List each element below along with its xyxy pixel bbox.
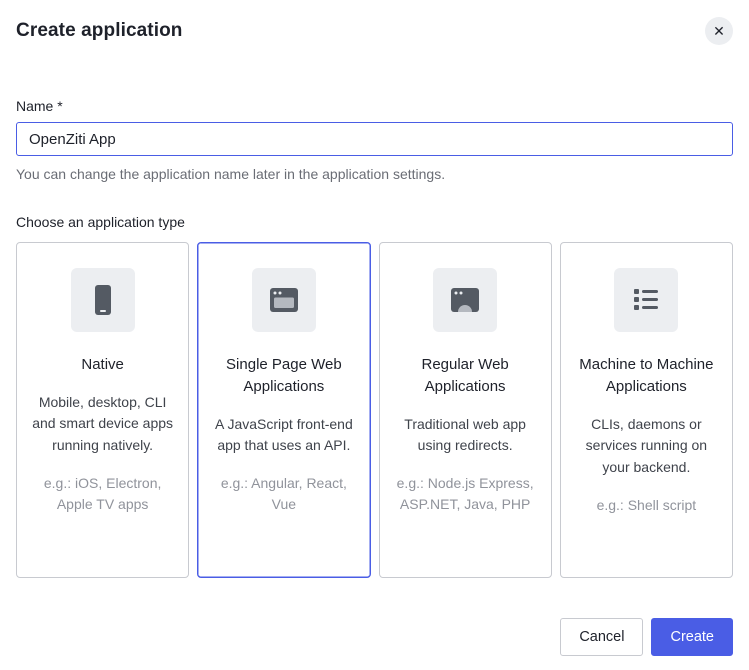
- card-title: Machine to Machine Applications: [574, 354, 719, 398]
- application-type-cards: Native Mobile, desktop, CLI and smart de…: [16, 242, 733, 578]
- card-example: e.g.: Node.js Express, ASP.NET, Java, PH…: [393, 473, 538, 515]
- card-example: e.g.: Shell script: [574, 495, 719, 516]
- card-example: e.g.: Angular, React, Vue: [211, 473, 356, 515]
- browser-window-icon: [252, 268, 316, 332]
- card-description: Mobile, desktop, CLI and smart device ap…: [30, 392, 175, 457]
- create-application-modal: Create application ✕ Name * You can chan…: [0, 0, 749, 670]
- name-hint-text: You can change the application name late…: [16, 166, 733, 182]
- application-type-label: Choose an application type: [16, 214, 733, 230]
- app-type-card-machine-to-machine[interactable]: Machine to Machine Applications CLIs, da…: [560, 242, 733, 578]
- card-title: Native: [30, 354, 175, 376]
- list-icon: [614, 268, 678, 332]
- name-label: Name *: [16, 98, 733, 114]
- card-title: Regular Web Applications: [393, 354, 538, 398]
- app-type-card-native[interactable]: Native Mobile, desktop, CLI and smart de…: [16, 242, 189, 578]
- app-type-card-spa[interactable]: Single Page Web Applications A JavaScrip…: [197, 242, 370, 578]
- web-server-icon: [433, 268, 497, 332]
- card-title: Single Page Web Applications: [211, 354, 356, 398]
- close-icon: ✕: [713, 24, 725, 38]
- card-example: e.g.: iOS, Electron, Apple TV apps: [30, 473, 175, 515]
- create-button[interactable]: Create: [651, 618, 733, 656]
- app-type-card-regular-web[interactable]: Regular Web Applications Traditional web…: [379, 242, 552, 578]
- card-description: Traditional web app using redirects.: [393, 414, 538, 457]
- application-name-input[interactable]: [16, 122, 733, 156]
- close-button[interactable]: ✕: [705, 17, 733, 45]
- card-description: CLIs, daemons or services running on you…: [574, 414, 719, 479]
- mobile-phone-icon: [71, 268, 135, 332]
- card-description: A JavaScript front-end app that uses an …: [211, 414, 356, 457]
- page-title: Create application: [16, 20, 733, 42]
- modal-footer: Cancel Create: [560, 618, 733, 656]
- cancel-button[interactable]: Cancel: [560, 618, 643, 656]
